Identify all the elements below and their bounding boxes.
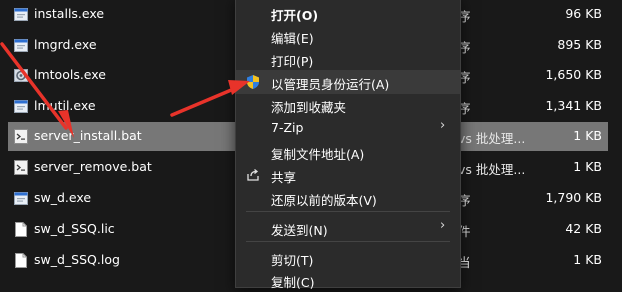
file-name: sw_d.exe	[34, 190, 92, 205]
chevron-right-icon: ›	[440, 218, 446, 233]
menu-item-label: 添加到收藏夹	[271, 100, 347, 115]
menu-item-label: 编辑(E)	[271, 31, 314, 46]
menu-item-7zip[interactable]: 7-Zip ›	[236, 116, 460, 140]
file-icon	[15, 253, 27, 268]
share-icon	[247, 168, 259, 181]
tool-exe-icon	[14, 69, 28, 82]
file-size: 1 KB	[573, 128, 602, 143]
menu-item-label: 7-Zip	[271, 120, 304, 135]
file-size: 96 KB	[565, 6, 602, 21]
exe-icon	[14, 8, 28, 21]
menu-item-label: 剪切(T)	[271, 253, 314, 268]
context-menu: 打开(O) 编辑(E) 打印(P) 以管理员身份运行(A) 添加到收藏夹 7-Z…	[235, 0, 461, 290]
menu-item-label: 复制文件地址(A)	[271, 147, 365, 162]
menu-item-restore-versions[interactable]: 还原以前的版本(V)	[236, 186, 460, 210]
menu-item-print[interactable]: 打印(P)	[236, 47, 460, 71]
menu-item-label: 发送到(N)	[271, 223, 328, 238]
file-icon	[15, 222, 27, 237]
menu-item-add-favorites[interactable]: 添加到收藏夹	[236, 93, 460, 117]
menu-item-label: 打开(O)	[271, 8, 319, 23]
exe-icon	[14, 100, 28, 113]
exe-icon	[14, 39, 28, 52]
file-name: sw_d_SSQ.lic	[34, 221, 115, 236]
menu-item-label: 打印(P)	[271, 54, 314, 69]
menu-item-share[interactable]: 共享	[236, 163, 460, 187]
menu-item-label: 共享	[271, 170, 297, 185]
menu-item-copy[interactable]: 复制(C)	[236, 268, 460, 292]
file-size: 1,341 KB	[545, 98, 602, 113]
menu-item-send-to[interactable]: 发送到(N) ›	[236, 216, 460, 240]
file-name: lmutil.exe	[34, 98, 96, 113]
menu-separator	[246, 241, 450, 242]
menu-separator	[246, 211, 450, 212]
menu-item-open[interactable]: 打开(O)	[236, 1, 460, 25]
menu-item-copy-path[interactable]: 复制文件地址(A)	[236, 140, 460, 164]
menu-item-label: 还原以前的版本(V)	[271, 193, 377, 208]
file-size: 1 KB	[573, 159, 602, 174]
menu-item-label: 以管理员身份运行(A)	[271, 77, 390, 92]
file-name: lmtools.exe	[34, 67, 106, 82]
file-name: server_install.bat	[34, 128, 142, 143]
file-size: 1 KB	[573, 252, 602, 267]
menu-item-edit[interactable]: 编辑(E)	[236, 24, 460, 48]
file-size: 895 KB	[557, 37, 602, 52]
bat-icon	[14, 160, 28, 175]
file-size: 1,790 KB	[545, 190, 602, 205]
file-size: 42 KB	[565, 221, 602, 236]
file-type: vs 批处理...	[458, 131, 526, 146]
file-name: installs.exe	[34, 6, 105, 21]
exe-icon	[14, 192, 28, 205]
file-name: lmgrd.exe	[34, 37, 97, 52]
menu-item-cut[interactable]: 剪切(T)	[236, 246, 460, 270]
file-type: vs 批处理...	[458, 162, 526, 177]
chevron-right-icon: ›	[440, 118, 446, 133]
menu-item-run-as-admin[interactable]: 以管理员身份运行(A)	[236, 70, 460, 94]
file-name: sw_d_SSQ.log	[34, 252, 120, 267]
file-size: 1,650 KB	[545, 67, 602, 82]
bat-icon	[14, 129, 28, 144]
file-name: server_remove.bat	[34, 159, 152, 174]
uac-shield-icon	[247, 75, 259, 89]
